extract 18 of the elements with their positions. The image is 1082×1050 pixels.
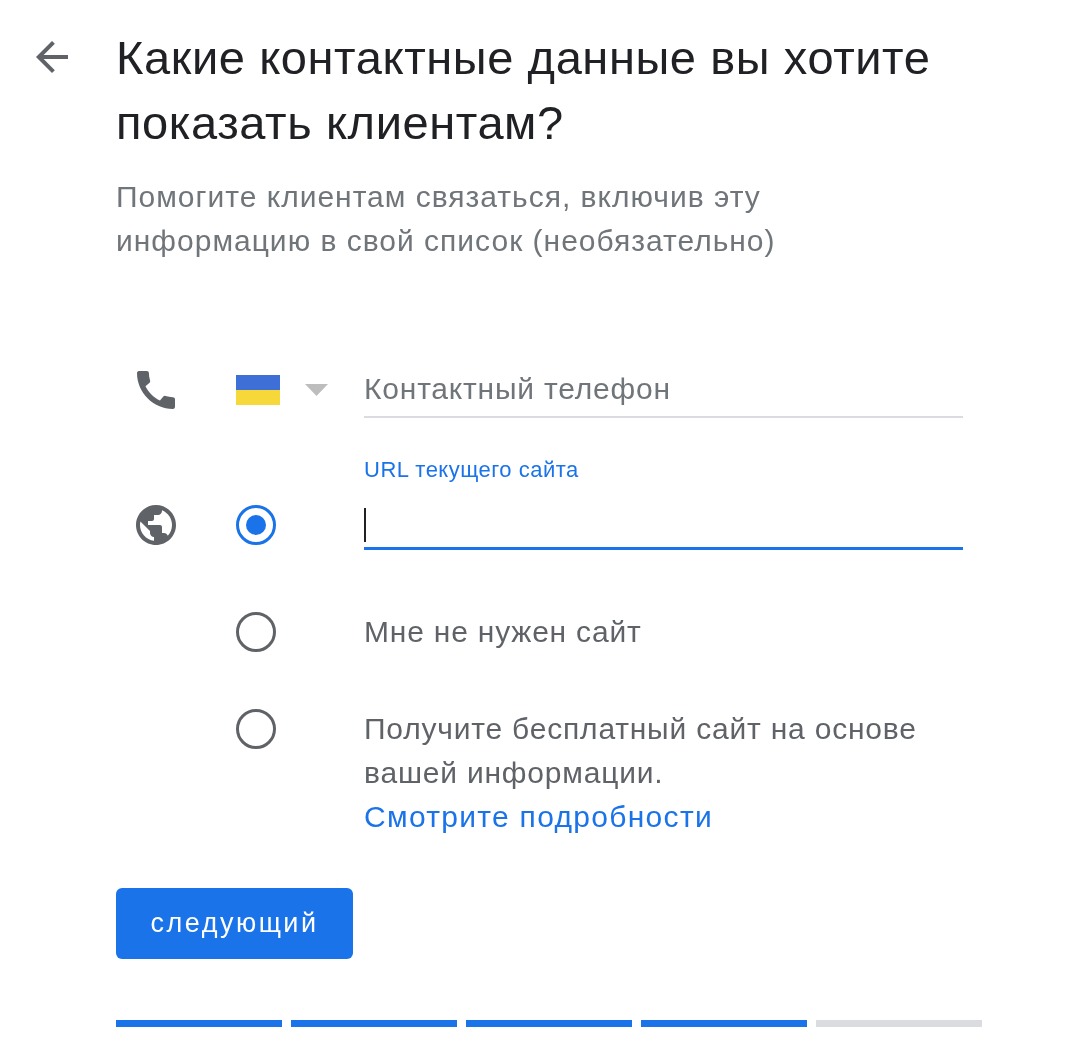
country-select[interactable] xyxy=(236,375,328,405)
radio-button[interactable] xyxy=(236,612,276,652)
details-link[interactable]: Смотрите подробности xyxy=(364,795,713,839)
phone-icon xyxy=(137,371,175,409)
phone-field[interactable]: Контактный телефон xyxy=(364,362,963,418)
radio-button[interactable] xyxy=(236,709,276,749)
option-label: Мне не нужен сайт xyxy=(364,614,643,650)
next-button[interactable]: следующий xyxy=(116,888,353,959)
arrow-left-icon xyxy=(36,41,68,73)
field-label: URL текущего сайта xyxy=(364,456,579,484)
option-label: Получите бесплатный сайт на основе вашей информации. xyxy=(364,711,918,791)
radio-button[interactable] xyxy=(236,505,276,545)
globe-icon xyxy=(136,505,176,545)
flag-icon xyxy=(236,375,280,405)
page-title: Какие контактные данные вы хотите показать клиентам? xyxy=(116,30,932,151)
page-subtitle: Помогите клиентам связаться, включив эту информацию в свой список (необязательно) xyxy=(116,179,777,259)
caret-down-icon xyxy=(305,384,328,396)
text-cursor xyxy=(364,508,366,542)
